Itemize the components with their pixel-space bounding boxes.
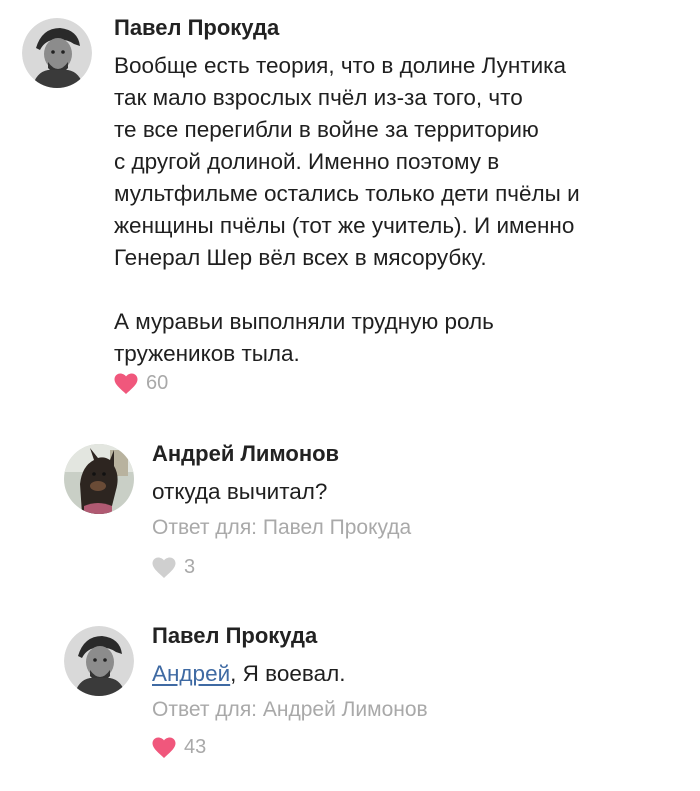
avatar-image — [22, 18, 92, 88]
comment-text: откуда вычитал? — [152, 476, 327, 508]
text-line: Генерал Шер вёл всех в мясорубку. — [114, 245, 487, 270]
author-name[interactable]: Павел Прокуда — [152, 623, 317, 649]
like-count: 60 — [146, 372, 169, 394]
author-name[interactable]: Павел Прокуда — [114, 15, 279, 41]
text-line: Вообще есть теория, что в долине Лунтика — [114, 53, 567, 78]
avatar[interactable] — [64, 444, 134, 514]
text-line: Андрей, Я воевал. — [152, 658, 346, 690]
like-button[interactable]: 43 — [152, 736, 206, 759]
heart-icon — [114, 373, 138, 394]
like-button[interactable]: 60 — [114, 372, 168, 395]
reply-to-label[interactable]: Ответ для: Павел Прокуда — [152, 516, 411, 540]
author-name[interactable]: Андрей Лимонов — [152, 441, 339, 467]
mention-link[interactable]: Андрей — [152, 661, 230, 686]
reply-text: , Я воевал. — [230, 661, 346, 686]
avatar[interactable] — [64, 626, 134, 696]
text-line: с другой долиной. Именно поэтому в — [114, 149, 500, 174]
comment-text: Вообще есть теория, что в долине Лунтика… — [114, 50, 580, 370]
reply-to-label[interactable]: Ответ для: Андрей Лимонов — [152, 698, 428, 722]
heart-icon — [152, 737, 176, 758]
like-count: 43 — [184, 736, 207, 758]
text-line: так мало взрослых пчёл из-за того, что — [114, 85, 523, 110]
avatar-image — [64, 626, 134, 696]
text-line: те все перегибли в войне за территорию — [114, 117, 539, 142]
heart-icon — [152, 557, 176, 578]
text-line: откуда вычитал? — [152, 479, 328, 504]
avatar-image — [64, 444, 134, 514]
text-line: А муравьи выполняли трудную роль — [114, 309, 494, 334]
text-line: женщины пчёлы (тот же учитель). И именно — [114, 213, 575, 238]
avatar[interactable] — [22, 18, 92, 88]
comment-text: Андрей, Я воевал. — [152, 658, 346, 690]
like-count: 3 — [184, 556, 196, 578]
like-button[interactable]: 3 — [152, 556, 195, 579]
text-line: мультфильме остались только дети пчёлы и — [114, 181, 580, 206]
text-line: тружеников тыла. — [114, 341, 300, 366]
